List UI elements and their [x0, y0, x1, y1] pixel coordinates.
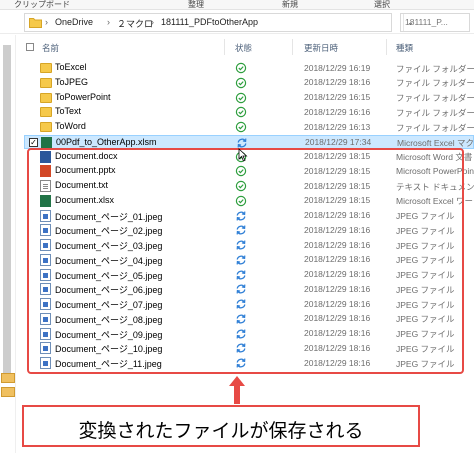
syncing-icon — [237, 138, 247, 148]
file-name[interactable]: ToJPEG — [55, 77, 88, 87]
column-divider[interactable] — [292, 39, 293, 55]
file-type: ファイル フォルダー — [396, 78, 474, 89]
file-name[interactable]: ToExcel — [55, 62, 87, 72]
ribbon-group-organize: 整理 — [188, 0, 204, 9]
highlight-box — [27, 148, 464, 374]
file-type: ファイル フォルダー — [396, 122, 474, 133]
synced-check-icon — [235, 121, 247, 133]
ribbon-group-new: 新規 — [282, 0, 298, 9]
file-name[interactable]: ToText — [55, 106, 81, 116]
file-name[interactable]: ToWord — [55, 121, 86, 131]
breadcrumb-onedrive[interactable]: OneDrive — [55, 17, 93, 27]
breadcrumb-separator: › — [45, 17, 48, 27]
nav-scrollbar[interactable] — [3, 45, 11, 375]
file-date: 2018/12/29 17:34 — [305, 137, 372, 148]
navigation-pane — [0, 35, 16, 453]
address-bar[interactable]: › OneDrive › ２マクロ › 181111_PDFtoOtherApp… — [24, 13, 414, 32]
ribbon-group-labels: クリップボード 整理 新規 選択 — [0, 0, 474, 10]
row-checkbox[interactable]: ✓ — [29, 137, 38, 147]
file-date: 2018/12/29 18:16 — [304, 77, 371, 88]
file-row[interactable]: ToText 2018/12/29 16:16 ファイル フォルダー — [24, 105, 474, 119]
file-row[interactable]: ✓ 00Pdf_to_OtherApp.xlsm 2018/12/29 17:34 M… — [24, 134, 474, 149]
file-type: ファイル フォルダー — [396, 107, 474, 118]
file-date: 2018/12/29 16:19 — [304, 62, 371, 73]
breadcrumb-separator: › — [107, 17, 110, 27]
annotation-text: 変換されたファイルが保存される — [78, 421, 364, 442]
column-divider[interactable] — [224, 39, 225, 55]
excel-macro-icon — [41, 136, 52, 149]
folder-icon — [40, 92, 52, 103]
file-name[interactable]: 00Pdf_to_OtherApp.xlsm — [56, 137, 157, 147]
annotation-callout: 変換されたファイルが保存される — [22, 405, 420, 447]
folder-icon — [29, 18, 42, 28]
folder-icon — [40, 107, 52, 118]
arrow-up-icon — [229, 376, 245, 404]
file-date: 2018/12/29 16:16 — [304, 106, 371, 117]
file-type: ファイル フォルダー — [396, 93, 474, 103]
file-row[interactable]: ToExcel 2018/12/29 16:19 ファイル フォルダー — [24, 61, 474, 75]
file-type: ファイル フォルダー — [396, 63, 474, 74]
column-header-status[interactable]: 状態 — [235, 42, 252, 54]
folder-icon — [40, 77, 52, 88]
folder-icon — [1, 387, 15, 397]
column-header-row: 名前 状態 更新日時 種類 — [24, 38, 474, 56]
synced-check-icon — [235, 62, 247, 74]
synced-check-icon — [235, 92, 247, 103]
folder-icon — [40, 63, 52, 73]
synced-check-icon — [235, 77, 247, 88]
breadcrumb-current-folder[interactable]: 181111_PDFtoOtherApp — [161, 17, 258, 27]
ribbon-group-select: 選択 — [374, 0, 390, 9]
address-row: › OneDrive › ２マクロ › 181111_PDFtoOtherApp… — [0, 10, 474, 34]
mouse-cursor-icon — [238, 148, 248, 162]
file-name[interactable]: ToPowerPoint — [55, 92, 111, 102]
column-header-type[interactable]: 種類 — [396, 42, 413, 54]
file-row[interactable]: ToWord 2018/12/29 16:13 ファイル フォルダー — [24, 120, 474, 134]
folder-icon — [1, 373, 15, 383]
file-date: 2018/12/29 16:15 — [304, 92, 371, 102]
select-all-checkbox[interactable] — [26, 43, 34, 51]
search-input[interactable]: 181111_P... — [400, 13, 470, 32]
ribbon-group-clipboard: クリップボード — [14, 0, 70, 9]
folder-icon — [40, 122, 52, 132]
column-header-name[interactable]: 名前 — [42, 42, 59, 54]
file-row[interactable]: ToJPEG 2018/12/29 18:16 ファイル フォルダー — [24, 76, 474, 90]
column-header-date[interactable]: 更新日時 — [304, 42, 338, 54]
breadcrumb-separator: › — [151, 17, 154, 27]
file-row[interactable]: ToPowerPoint 2018/12/29 16:15 ファイル フォルダー — [24, 91, 474, 105]
column-divider[interactable] — [386, 39, 387, 55]
breadcrumb-macro[interactable]: ２マクロ — [117, 17, 153, 30]
file-date: 2018/12/29 16:13 — [304, 121, 371, 132]
synced-check-icon — [235, 107, 247, 118]
